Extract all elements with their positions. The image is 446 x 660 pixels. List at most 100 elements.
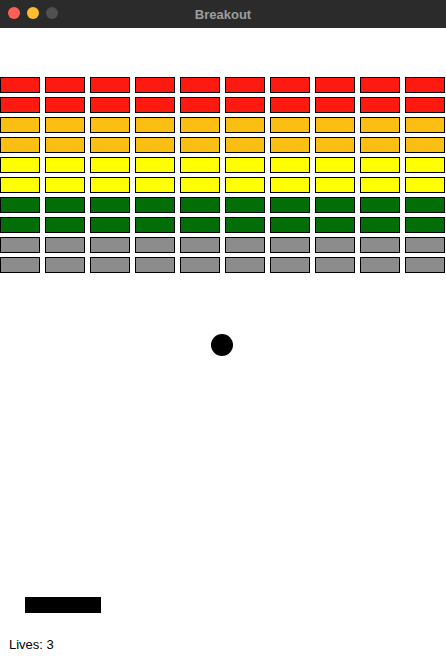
brick xyxy=(315,177,355,193)
brick-row xyxy=(0,137,446,153)
brick xyxy=(360,217,400,233)
brick xyxy=(0,137,40,153)
brick xyxy=(360,137,400,153)
brick xyxy=(45,157,85,173)
close-button[interactable] xyxy=(8,7,20,19)
brick xyxy=(180,97,220,113)
brick xyxy=(360,177,400,193)
brick xyxy=(135,237,175,253)
brick xyxy=(360,77,400,93)
brick xyxy=(315,237,355,253)
brick xyxy=(0,117,40,133)
brick-row xyxy=(0,217,446,233)
brick xyxy=(270,177,310,193)
game-canvas[interactable]: Lives: 3 xyxy=(0,28,446,660)
brick xyxy=(225,137,265,153)
brick xyxy=(135,97,175,113)
brick xyxy=(90,157,130,173)
brick xyxy=(45,217,85,233)
brick-row xyxy=(0,77,446,93)
brick xyxy=(0,197,40,213)
brick xyxy=(45,237,85,253)
brick xyxy=(225,257,265,273)
brick xyxy=(270,257,310,273)
brick xyxy=(0,217,40,233)
brick xyxy=(135,197,175,213)
brick xyxy=(90,77,130,93)
brick xyxy=(90,197,130,213)
brick xyxy=(0,157,40,173)
brick xyxy=(180,197,220,213)
brick xyxy=(315,197,355,213)
brick xyxy=(0,237,40,253)
brick xyxy=(90,257,130,273)
brick xyxy=(225,197,265,213)
brick xyxy=(225,77,265,93)
brick xyxy=(90,177,130,193)
brick xyxy=(405,97,445,113)
brick xyxy=(225,217,265,233)
brick xyxy=(360,257,400,273)
brick xyxy=(90,237,130,253)
brick xyxy=(135,117,175,133)
brick xyxy=(270,197,310,213)
brick xyxy=(270,217,310,233)
brick xyxy=(90,97,130,113)
brick xyxy=(270,117,310,133)
brick xyxy=(90,217,130,233)
zoom-button[interactable] xyxy=(46,7,58,19)
brick xyxy=(270,77,310,93)
brick xyxy=(405,257,445,273)
window-title: Breakout xyxy=(195,7,251,22)
brick xyxy=(270,137,310,153)
brick-row xyxy=(0,157,446,173)
brick xyxy=(135,137,175,153)
brick-row xyxy=(0,177,446,193)
brick xyxy=(90,137,130,153)
brick xyxy=(225,117,265,133)
brick xyxy=(405,217,445,233)
brick xyxy=(45,117,85,133)
brick xyxy=(225,237,265,253)
brick-row xyxy=(0,97,446,113)
brick xyxy=(180,257,220,273)
brick xyxy=(360,237,400,253)
ball xyxy=(211,334,233,356)
brick xyxy=(360,197,400,213)
brick xyxy=(405,137,445,153)
brick xyxy=(135,157,175,173)
brick xyxy=(315,217,355,233)
brick xyxy=(360,117,400,133)
brick xyxy=(0,177,40,193)
brick-row xyxy=(0,237,446,253)
brick xyxy=(0,77,40,93)
paddle[interactable] xyxy=(25,597,101,613)
brick xyxy=(135,177,175,193)
title-bar: Breakout xyxy=(0,0,446,28)
brick xyxy=(270,97,310,113)
brick xyxy=(45,137,85,153)
brick xyxy=(135,77,175,93)
brick xyxy=(360,97,400,113)
brick xyxy=(315,137,355,153)
brick xyxy=(225,157,265,173)
brick xyxy=(360,157,400,173)
game-window: Breakout Lives: 3 xyxy=(0,0,446,660)
brick xyxy=(45,197,85,213)
brick xyxy=(405,177,445,193)
brick xyxy=(180,157,220,173)
minimize-button[interactable] xyxy=(27,7,39,19)
brick xyxy=(270,157,310,173)
brick xyxy=(180,117,220,133)
brick xyxy=(180,217,220,233)
brick xyxy=(405,117,445,133)
brick xyxy=(135,257,175,273)
lives-counter: Lives: 3 xyxy=(9,637,54,653)
brick-row xyxy=(0,197,446,213)
brick xyxy=(315,117,355,133)
brick xyxy=(45,77,85,93)
brick-row xyxy=(0,257,446,273)
brick-wall xyxy=(0,77,446,273)
brick xyxy=(180,177,220,193)
brick xyxy=(225,97,265,113)
